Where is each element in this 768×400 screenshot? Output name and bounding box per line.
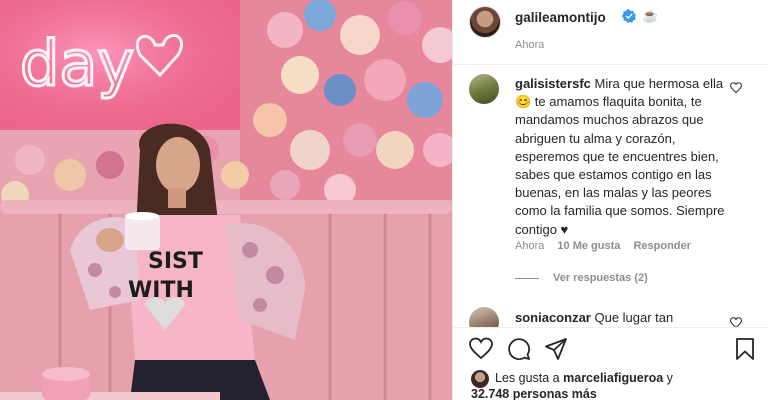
share-icon[interactable] xyxy=(544,337,568,361)
liker-avatar[interactable] xyxy=(471,370,489,388)
comment-icon[interactable] xyxy=(507,337,531,361)
post-time[interactable]: Ahora xyxy=(515,39,544,51)
coffee-emoji: ☕ xyxy=(642,8,659,23)
comment-username[interactable]: galisistersfc xyxy=(515,76,591,91)
neon-sign-text: day xyxy=(20,27,134,100)
comment-time[interactable]: Ahora xyxy=(515,240,544,252)
comment-text: Mira que hermosa ella 😊 te amamos flaqui… xyxy=(515,76,725,237)
post-photo[interactable]: day SIST WITH xyxy=(0,0,452,400)
comment2-like-heart-icon[interactable] xyxy=(730,317,742,327)
comment2-text: Que lugar tan xyxy=(594,310,674,325)
comment-meta: Ahora 10 Me gusta Responder xyxy=(515,240,701,252)
likes-and: y xyxy=(666,371,673,385)
comment2-username[interactable]: soniaconzar xyxy=(515,310,591,325)
likes-summary: Les gusta a marceliafigueroa y 32.748 pe… xyxy=(453,368,768,400)
bookmark-icon[interactable] xyxy=(733,337,757,361)
post-actions-bar xyxy=(453,328,768,368)
replies-line xyxy=(515,278,539,279)
comment2-avatar[interactable] xyxy=(469,307,499,327)
comment-likes-count[interactable]: 10 Me gusta xyxy=(557,240,620,252)
reply-button[interactable]: Responder xyxy=(633,240,690,252)
view-replies-button[interactable]: Ver respuestas (2) xyxy=(553,272,648,284)
author-avatar[interactable] xyxy=(469,6,501,38)
likes-line-1: Les gusta a marceliafigueroa y xyxy=(495,371,673,385)
comments-section[interactable]: galisistersfc Mira que hermosa ella 😊 te… xyxy=(453,65,768,327)
shirt-text-1: SIST xyxy=(148,249,203,274)
comment-avatar[interactable] xyxy=(469,74,499,104)
comment-body: galisistersfc Mira que hermosa ella 😊 te… xyxy=(515,75,729,239)
likes-count[interactable]: 32.748 personas más xyxy=(471,387,597,400)
liker-username[interactable]: marceliafigueroa xyxy=(563,371,663,385)
heart-icon[interactable] xyxy=(469,337,493,361)
post-photo-illustration: day SIST WITH xyxy=(0,0,452,400)
verified-badge-icon xyxy=(622,9,636,23)
author-username[interactable]: galileamontijo xyxy=(515,10,606,25)
post-side-panel: galileamontijo ☕ Ahora galisistersfc Mir… xyxy=(452,0,768,400)
post-header: galileamontijo ☕ Ahora xyxy=(453,0,768,64)
comment2-body: soniaconzar Que lugar tan xyxy=(515,310,673,325)
comment-like-heart-icon[interactable] xyxy=(730,82,742,94)
likes-prefix: Les gusta a xyxy=(495,371,560,385)
